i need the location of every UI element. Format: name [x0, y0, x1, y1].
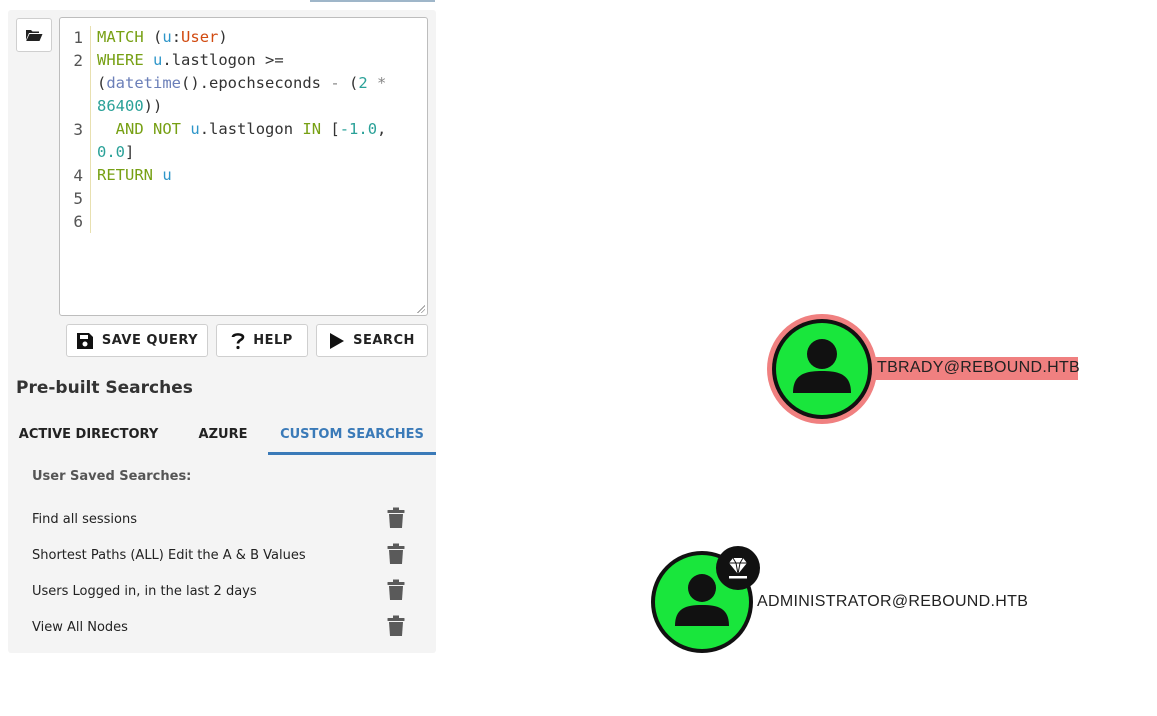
- graph-node-tbrady[interactable]: TBRADY@REBOUND.HTB: [766, 313, 1080, 425]
- list-item[interactable]: Find all sessions: [32, 504, 412, 534]
- code-line: (datetime().epochseconds - (2 *: [97, 74, 387, 92]
- list-item[interactable]: View All Nodes: [32, 612, 412, 642]
- saved-search-label: Users Logged in, in the last 2 days: [32, 584, 257, 599]
- code-line: WHERE u.lastlogon >=: [97, 51, 284, 69]
- open-query-button[interactable]: [16, 18, 52, 52]
- query-panel: 1 2 3 4 5 6 MATCH (u:User) WHERE u.lastl…: [8, 10, 436, 653]
- list-item[interactable]: Users Logged in, in the last 2 days: [32, 576, 412, 606]
- tab-active-directory[interactable]: ACTIVE DIRECTORY: [16, 418, 161, 452]
- resize-handle[interactable]: [417, 305, 425, 313]
- cypher-query-editor[interactable]: 1 2 3 4 5 6 MATCH (u:User) WHERE u.lastl…: [59, 17, 428, 316]
- line-number: 3: [73, 120, 83, 139]
- crown-gem-icon: [716, 546, 760, 590]
- line-number-gutter: 1 2 3 4 5 6: [60, 26, 91, 233]
- trash-icon[interactable]: [387, 507, 405, 529]
- line-number: 2: [73, 51, 83, 70]
- save-query-button[interactable]: SAVE QUERY: [66, 324, 208, 357]
- code-line: 86400)): [97, 97, 163, 115]
- line-number: 5: [73, 189, 83, 208]
- user-saved-searches-heading: User Saved Searches:: [32, 469, 192, 484]
- folder-open-icon: [26, 30, 43, 41]
- line-number: 1: [73, 28, 83, 47]
- list-item[interactable]: Shortest Paths (ALL) Edit the A & B Valu…: [32, 540, 412, 570]
- user-icon: [767, 314, 877, 424]
- floppy-disk-icon: [76, 332, 93, 349]
- line-number: 4: [73, 166, 83, 185]
- search-button[interactable]: SEARCH: [316, 324, 428, 357]
- saved-search-label: Shortest Paths (ALL) Edit the A & B Valu…: [32, 548, 306, 563]
- query-code[interactable]: MATCH (u:User) WHERE u.lastlogon >= (dat…: [97, 26, 422, 187]
- code-line: RETURN u: [97, 166, 172, 184]
- tab-custom-searches[interactable]: CUSTOM SEARCHES: [268, 418, 436, 455]
- saved-search-label: Find all sessions: [32, 512, 137, 527]
- saved-search-label: View All Nodes: [32, 620, 128, 635]
- node-label: ADMINISTRATOR@REBOUND.HTB: [757, 593, 1029, 610]
- top-accent-bar: [310, 0, 435, 2]
- help-button[interactable]: HELP: [216, 324, 308, 357]
- save-query-label: SAVE QUERY: [101, 333, 199, 348]
- code-line: 0.0]: [97, 143, 135, 161]
- trash-icon[interactable]: [387, 615, 405, 637]
- graph-node-administrator[interactable]: ADMINISTRATOR@REBOUND.HTB: [650, 545, 1030, 655]
- prebuilt-searches-title: Pre-built Searches: [16, 378, 193, 398]
- help-label: HELP: [253, 333, 293, 348]
- line-number: 6: [73, 212, 83, 231]
- node-label: TBRADY@REBOUND.HTB: [877, 359, 1080, 376]
- code-line: AND NOT u.lastlogon IN [-1.0,: [115, 120, 387, 138]
- prebuilt-tabs: ACTIVE DIRECTORY AZURE CUSTOM SEARCHES: [16, 418, 436, 455]
- tab-azure[interactable]: AZURE: [174, 418, 272, 452]
- question-icon: [231, 332, 245, 349]
- trash-icon[interactable]: [387, 543, 405, 565]
- code-line: MATCH (u:User): [97, 28, 228, 46]
- play-icon: [330, 332, 345, 349]
- search-label: SEARCH: [353, 333, 415, 348]
- trash-icon[interactable]: [387, 579, 405, 601]
